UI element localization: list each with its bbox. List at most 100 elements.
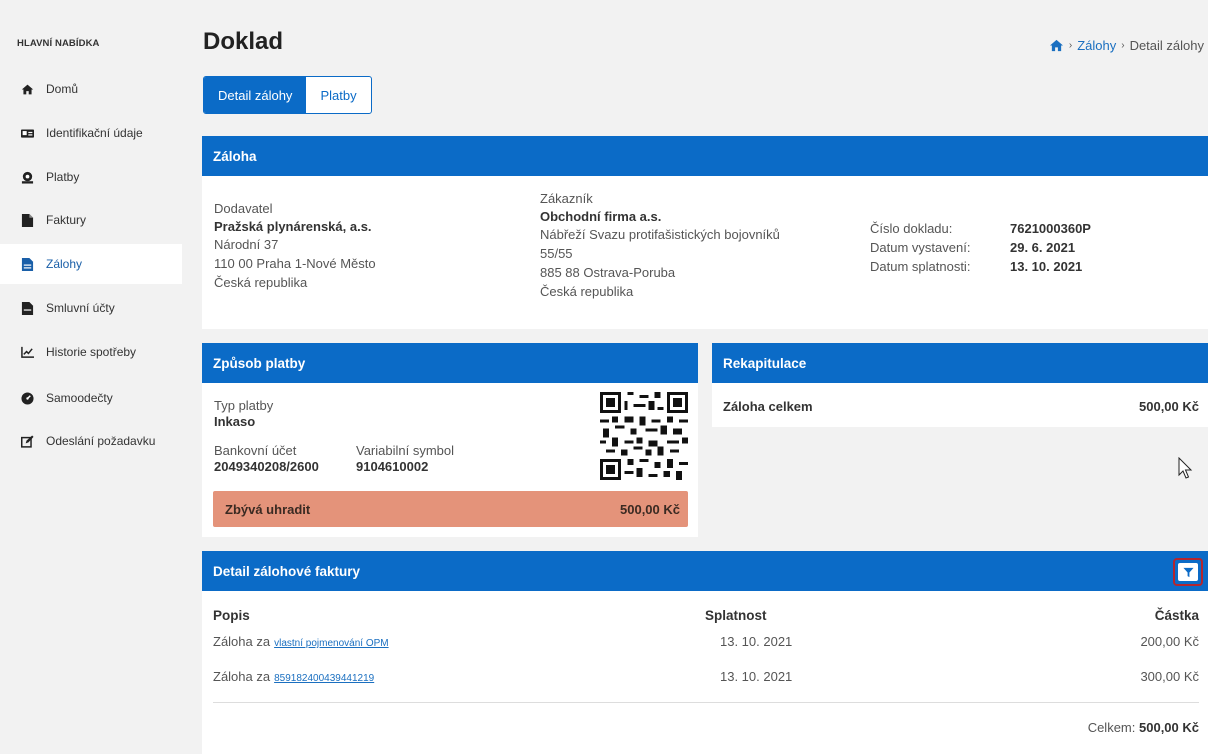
customer-street2: 55/55 [540,246,573,261]
bank-account-label: Bankovní účet [214,443,297,458]
variable-symbol: 9104610002 [356,459,429,474]
table-row-2-description: Záloha za 859182400439441219 [213,669,374,684]
sidebar-item-label: Smluvní účty [46,301,115,315]
payment-card-title: Způsob platby [202,343,698,383]
sidebar: HLAVNÍ NABÍDKA Domů Identifikační údaje … [0,0,182,754]
sidebar-item-label: Identifikační údaje [46,126,143,140]
doc-issued: 29. 6. 2021 [1010,240,1076,255]
zaloha-card-title: Záloha [202,136,1208,176]
variable-symbol-label: Variabilní symbol [356,443,455,458]
breadcrumb: › Zálohy › Detail zálohy [1049,38,1204,53]
sidebar-item-label: Faktury [46,213,87,227]
contract-icon [20,301,34,315]
invoice-detail-title: Detail zálohové faktury [202,551,1208,591]
recap-card: Rekapitulace Záloha celkem 500,00 Kč [712,343,1208,427]
doc-due: 13. 10. 2021 [1010,259,1083,274]
supplier-block: Dodavatel Pražská plynárenská, a.s. Náro… [214,199,376,292]
table-row-2-amount: 300,00 Kč [1140,669,1199,684]
breadcrumb-zalohy-link[interactable]: Zálohy [1077,38,1116,53]
customer-block: Zákazník Obchodní firma a.s. Nábřeží Sva… [540,189,780,301]
sidebar-item-zalohy[interactable]: Zálohy [0,244,182,284]
column-header-popis: Popis [213,608,250,623]
sidebar-item-faktury[interactable]: Faktury [0,200,182,240]
row-prefix: Záloha za [213,634,271,649]
supplier-name: Pražská plynárenská, a.s. [214,219,372,234]
page-title: Doklad [203,28,284,55]
filter-icon [1178,563,1198,581]
doc-issued-label: Datum vystavení: [870,240,971,255]
customer-name: Obchodní firma a.s. [540,209,662,224]
remaining-label: Zbývá uhradit [225,501,311,517]
sidebar-item-odeslani-pozadavku[interactable]: Odeslání požadavku [0,421,182,461]
home-icon [20,82,34,96]
tab-detail-zalohy[interactable]: Detail zálohy [204,77,307,113]
sidebar-item-historie-spotreby[interactable]: Historie spotřeby [0,332,182,372]
column-header-splatnost: Splatnost [705,608,767,623]
payment-type: Inkaso [214,414,256,429]
sidebar-heading: HLAVNÍ NABÍDKA [17,38,100,49]
doc-number: 7621000360P [1010,221,1091,236]
invoice-detail-card: Detail zálohové faktury Popis Splatnost … [202,551,1208,754]
table-divider [213,702,1199,703]
customer-country: Česká republika [540,284,634,299]
qr-code [600,392,688,480]
sidebar-item-label: Samoodečty [46,391,113,405]
customer-street: Nábřeží Svazu protifašistických bojovník… [540,227,780,242]
recap-total-label: Záloha celkem [723,399,813,414]
payment-card: Způsob platby Typ platby Inkaso Bankovní… [202,343,698,537]
customer-label: Zákazník [540,191,593,206]
doc-due-label: Datum splatnosti: [870,259,971,274]
sidebar-item-samoodecty[interactable]: Samoodečty [0,378,182,418]
table-row-2-due: 13. 10. 2021 [720,669,793,684]
row-prefix: Záloha za [213,669,271,684]
sidebar-item-platby[interactable]: Platby [0,157,182,197]
recap-card-title: Rekapitulace [712,343,1208,383]
document-info: Číslo dokladu: 7621000360P Datum vystave… [870,219,1170,276]
supplier-country: Česká republika [214,275,308,290]
invoice-total-amount: 500,00 Kč [1139,720,1199,735]
id-card-icon [20,126,34,140]
invoice-total: Celkem: 500,00 Kč [1088,720,1199,735]
sidebar-item-label: Historie spotřeby [46,345,137,359]
home-icon[interactable] [1049,39,1064,52]
mouse-cursor-icon [1178,457,1193,479]
filter-button[interactable] [1173,558,1203,586]
sidebar-item-identifikacni-udaje[interactable]: Identifikační údaje [0,113,182,153]
table-row-1-amount: 200,00 Kč [1140,634,1199,649]
zaloha-card: Záloha Dodavatel Pražská plynárenská, a.… [202,136,1208,329]
remaining-amount: 500,00 Kč [620,501,680,517]
meter-icon [20,391,34,405]
doc-number-label: Číslo dokladu: [870,221,953,236]
remaining-to-pay-bar: Zbývá uhradit 500,00 Kč [213,491,688,527]
document-icon [20,257,34,271]
supplier-label: Dodavatel [214,201,273,216]
row-link[interactable]: vlastní pojmenování OPM [274,638,389,649]
chevron-right-icon: › [1068,40,1073,51]
money-icon [20,170,34,184]
chart-icon [20,345,34,359]
supplier-street: Národní 37 [214,237,279,252]
recap-total: 500,00 Kč [1139,399,1199,414]
sidebar-item-label: Platby [46,170,80,184]
customer-city: 885 88 Ostrava-Poruba [540,265,676,280]
variable-symbol-block: Variabilní symbol 9104610002 [356,443,454,474]
sidebar-item-label: Domů [46,82,79,96]
sidebar-item-label: Odeslání požadavku [46,434,156,448]
supplier-city: 110 00 Praha 1-Nové Město [214,256,376,271]
row-link[interactable]: 859182400439441219 [274,673,374,684]
sidebar-item-domu[interactable]: Domů [0,69,182,109]
invoice-total-label: Celkem: [1087,720,1136,735]
tab-bar: Detail zálohy Platby [203,76,372,114]
column-header-castka: Částka [1154,608,1199,623]
sidebar-item-label: Zálohy [46,257,83,271]
sidebar-item-smluvni-ucty[interactable]: Smluvní účty [0,288,182,328]
chevron-right-icon: › [1121,40,1125,51]
bank-account: 2049340208/2600 [214,459,319,474]
tab-platby[interactable]: Platby [306,77,370,113]
invoice-icon [20,213,34,227]
breadcrumb-current: Detail zálohy [1129,38,1204,53]
payment-type-block: Typ platby Inkaso [214,398,273,429]
bank-account-block: Bankovní účet 2049340208/2600 [214,443,319,474]
edit-icon [20,434,34,448]
payment-type-label: Typ platby [214,398,274,413]
